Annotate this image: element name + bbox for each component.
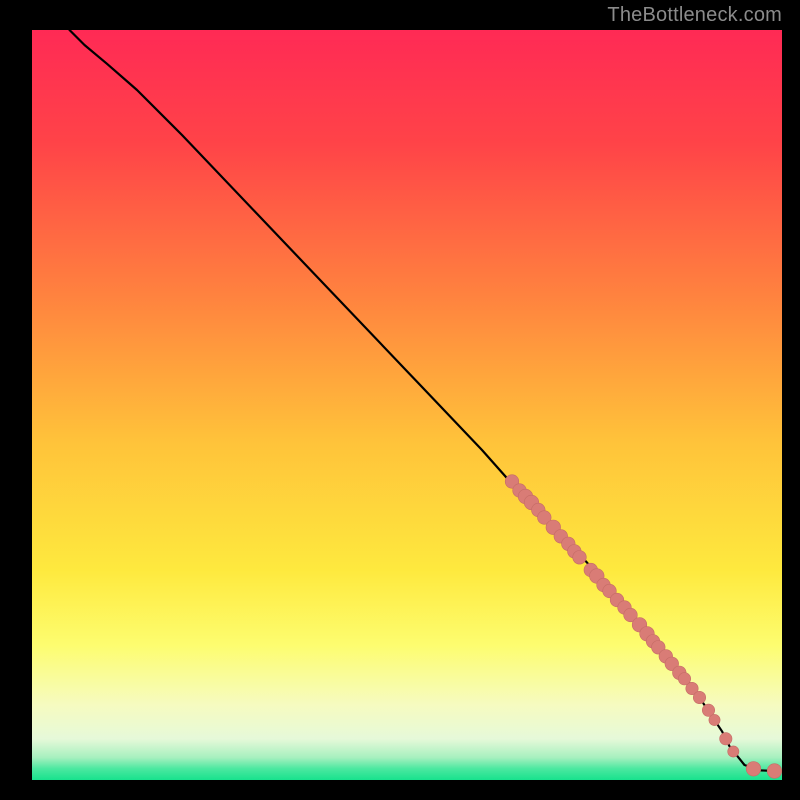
data-point [720, 733, 732, 745]
plot-area [32, 30, 782, 780]
data-point [767, 764, 782, 779]
bottleneck-chart [32, 30, 782, 780]
attribution-label: TheBottleneck.com [607, 4, 782, 27]
data-point [728, 746, 739, 757]
data-point [746, 762, 761, 777]
data-point [573, 551, 587, 565]
data-point [709, 714, 720, 725]
data-point [693, 691, 705, 703]
chart-frame: TheBottleneck.com [0, 0, 800, 800]
